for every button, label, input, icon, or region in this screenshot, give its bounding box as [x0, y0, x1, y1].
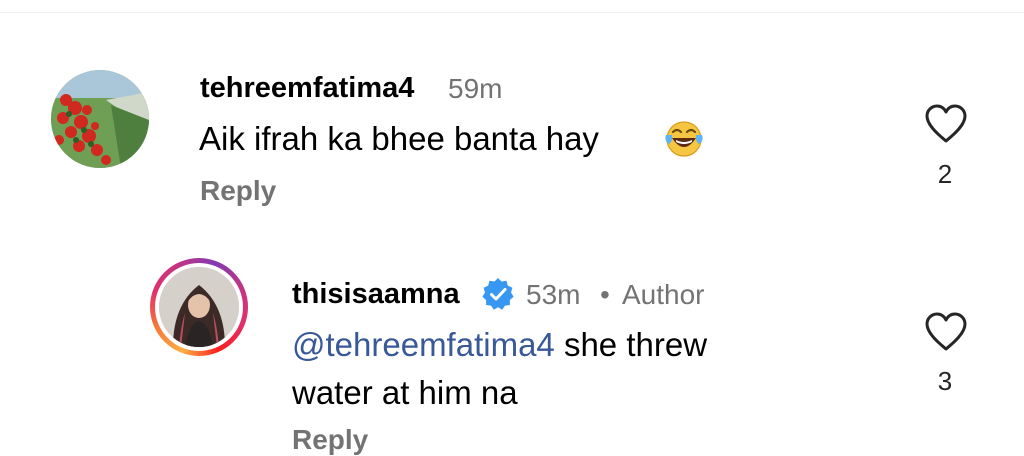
like-count: 3: [937, 366, 953, 396]
comment-text: she threw: [554, 326, 708, 363]
mention-link[interactable]: @tehreemfatima4: [292, 326, 555, 363]
reply-button[interactable]: Reply: [200, 175, 276, 207]
meta-separator: •: [600, 279, 610, 310]
like-count: 2: [937, 159, 953, 189]
author-badge: Author: [622, 279, 705, 310]
reply-button[interactable]: Reply: [292, 424, 368, 456]
comment-text-line-2: water at him na: [292, 374, 518, 411]
story-ring-gap: [155, 263, 243, 351]
verified-badge-icon: [482, 278, 514, 310]
comment-username[interactable]: tehreemfatima4: [200, 72, 414, 105]
comment-username[interactable]: thisisaamna: [292, 278, 460, 311]
story-ring[interactable]: [150, 258, 248, 356]
face-with-tears-of-joy-icon: [665, 121, 703, 157]
woman-portrait-avatar: [159, 267, 239, 347]
avatar[interactable]: [51, 70, 149, 168]
comment-text: Aik ifrah ka bhee banta hay: [199, 120, 599, 157]
heart-icon[interactable]: [923, 102, 969, 144]
comment-timestamp: 59m: [448, 73, 503, 104]
red-flowers-garden-avatar: [51, 70, 149, 168]
avatar: [159, 267, 239, 347]
comment-text-line-1: @tehreemfatima4 she threw: [292, 326, 707, 364]
top-divider: [0, 12, 1024, 13]
heart-icon[interactable]: [923, 310, 969, 352]
comment-timestamp: 53m: [526, 279, 581, 310]
